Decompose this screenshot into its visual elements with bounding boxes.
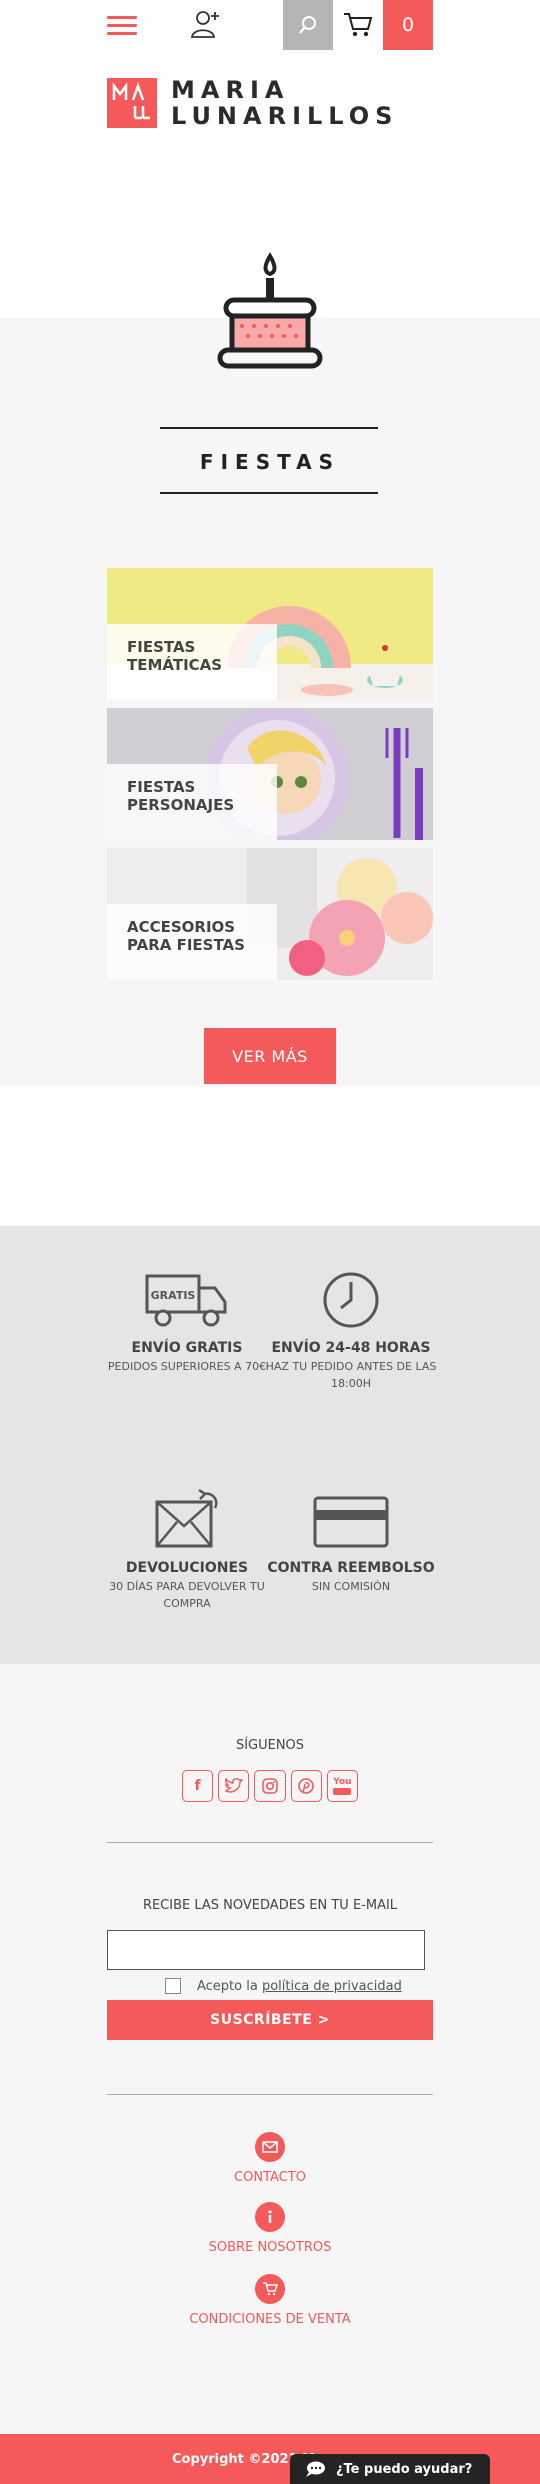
- footer-link-condiciones[interactable]: CONDICIONES DE VENTA: [0, 2274, 540, 2327]
- cart-button[interactable]: [333, 0, 383, 50]
- category-label: FIESTAS PERSONAJES: [107, 764, 277, 840]
- privacy-checkbox[interactable]: [165, 1978, 181, 1994]
- instagram-icon[interactable]: [254, 1770, 286, 1802]
- social-title: SÍGUENOS: [235, 1738, 305, 1753]
- social-links: f You: [182, 1770, 359, 1802]
- privacy-text: Acepto la: [197, 1978, 262, 1994]
- facebook-icon[interactable]: f: [182, 1770, 214, 1802]
- truck-icon-text: GRATIS: [151, 1289, 196, 1302]
- category-label: FIESTAS TEMÁTICAS: [107, 624, 277, 700]
- cart-icon: [255, 2274, 285, 2304]
- divider: [107, 1842, 433, 1843]
- category-label: ACCESORIOS PARA FIESTAS: [107, 904, 277, 980]
- clock-icon: [323, 1272, 379, 1328]
- footer-area: SÍGUENOS f You RECIBE LAS NOVEDADES EN T…: [0, 1664, 540, 2434]
- return-envelope-icon: [155, 1488, 218, 1548]
- footer-link-label: CONTACTO: [234, 2170, 306, 2185]
- site-logo[interactable]: MARIA LUNARILLOS: [107, 76, 392, 130]
- feature-title: ENVÍO GRATIS: [131, 1340, 243, 1356]
- footer-link-label: CONDICIONES DE VENTA: [189, 2312, 351, 2327]
- chat-widget-button[interactable]: ¿Te puedo ayudar?: [290, 2454, 490, 2484]
- chat-label: ¿Te puedo ayudar?: [336, 2461, 473, 2477]
- feature-subtitle: 30 DÍAS PARA DEVOLVER TU COMPRA: [109, 1580, 265, 1610]
- subscribe-button[interactable]: SUSCRÍBETE >: [107, 2000, 433, 2040]
- footer-link-sobre-nosotros[interactable]: SOBRE NOSOTROS: [0, 2202, 540, 2255]
- footer-link-contacto[interactable]: CONTACTO: [0, 2132, 540, 2185]
- fiestas-section: FIESTAS FIESTAS TEMÁTICAS FIESTAS PERSON…: [0, 252, 540, 1086]
- truck-icon: GRATIS: [145, 1274, 227, 1327]
- privacy-consent: Acepto la política de privacidad: [165, 1976, 402, 1996]
- cart-count-badge[interactable]: 0: [383, 0, 433, 50]
- youtube-icon[interactable]: You: [326, 1770, 359, 1802]
- chat-bubble-icon: [306, 2461, 325, 2477]
- credit-card-icon: [313, 1496, 389, 1548]
- newsletter-email-input[interactable]: [107, 1930, 425, 1970]
- search-icon: [299, 16, 316, 34]
- twitter-icon[interactable]: [218, 1770, 250, 1802]
- feature-subtitle: PEDIDOS SUPERIORES A 70€: [107, 1360, 267, 1373]
- logo-mark: [107, 78, 157, 128]
- feature-contra-reembolso: CONTRA REEMBOLSO SIN COMISIÓN: [256, 1488, 446, 1595]
- top-bar: 0: [0, 0, 540, 50]
- mail-icon: [255, 2132, 285, 2162]
- search-button[interactable]: [283, 0, 333, 50]
- bottom-bar: Copyright ©2021 Ma ¿Te puedo ayudar?: [0, 2434, 540, 2484]
- birthday-cake-icon: [210, 250, 330, 380]
- logo-line-1: MARIA: [171, 76, 290, 104]
- section-title: FIESTAS: [199, 450, 341, 474]
- feature-devoluciones: DEVOLUCIONES 30 DÍAS PARA DEVOLVER TU CO…: [92, 1488, 282, 1612]
- feature-title: CONTRA REEMBOLSO: [267, 1560, 435, 1576]
- hamburger-menu-icon[interactable]: [107, 16, 137, 36]
- features-band: GRATIS ENVÍO GRATIS PEDIDOS SUPERIORES A…: [0, 1226, 540, 1664]
- privacy-policy-link[interactable]: política de privacidad: [262, 1979, 402, 1994]
- cart-icon: [344, 13, 373, 37]
- feature-title: ENVÍO 24-48 HORAS: [271, 1340, 431, 1356]
- category-accesorios-fiestas[interactable]: ACCESORIOS PARA FIESTAS: [107, 848, 433, 980]
- feature-subtitle: HAZ TU PEDIDO ANTES DE LAS 18:00H: [265, 1360, 437, 1390]
- user-add-icon[interactable]: [188, 6, 224, 42]
- title-rule-bottom: [160, 492, 378, 494]
- ver-mas-button[interactable]: VER MÁS: [204, 1028, 336, 1084]
- divider: [107, 2094, 433, 2095]
- feature-subtitle: SIN COMISIÓN: [311, 1580, 391, 1593]
- newsletter-title: RECIBE LAS NOVEDADES EN TU E-MAIL: [142, 1898, 398, 1913]
- logo-line-2: LUNARILLOS: [171, 102, 399, 130]
- title-rule-top: [160, 427, 378, 429]
- pinterest-icon[interactable]: [290, 1770, 322, 1802]
- category-fiestas-tematicas[interactable]: FIESTAS TEMÁTICAS: [107, 568, 433, 700]
- feature-title: DEVOLUCIONES: [125, 1560, 249, 1576]
- info-icon: [255, 2202, 285, 2232]
- feature-envio-gratis: GRATIS ENVÍO GRATIS PEDIDOS SUPERIORES A…: [92, 1268, 282, 1375]
- feature-envio-24-48: ENVÍO 24-48 HORAS HAZ TU PEDIDO ANTES DE…: [256, 1268, 446, 1392]
- category-fiestas-personajes[interactable]: FIESTAS PERSONAJES: [107, 708, 433, 840]
- footer-link-label: SOBRE NOSOTROS: [208, 2240, 332, 2255]
